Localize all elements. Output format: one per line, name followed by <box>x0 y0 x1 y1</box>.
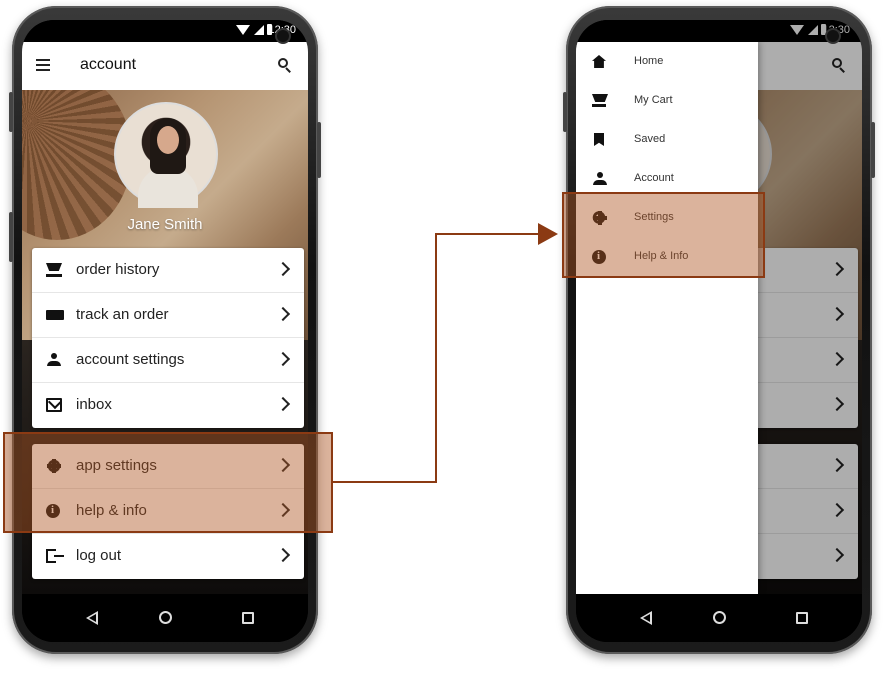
list-item-log-out[interactable]: log out <box>32 534 304 579</box>
person-icon <box>592 172 607 185</box>
recents-icon[interactable] <box>242 612 254 624</box>
chevron-right-icon <box>275 396 291 412</box>
drawer-item-label: Saved <box>634 133 666 145</box>
camera <box>275 28 291 44</box>
side-button <box>9 212 13 262</box>
person-icon <box>46 353 62 367</box>
status-bar: 12:30 <box>22 20 308 42</box>
page-title: account <box>80 56 137 73</box>
camera <box>825 28 841 44</box>
search-icon[interactable] <box>278 58 292 73</box>
list-item-label: track an order <box>76 306 169 323</box>
highlight-box-left <box>3 432 333 533</box>
account-menu-card: order history track an order account set… <box>32 248 304 428</box>
chevron-right-icon <box>275 547 291 563</box>
phone-right: 12:30 <box>563 6 875 654</box>
power-button <box>871 122 875 178</box>
signal-icon <box>254 25 264 35</box>
list-item-track-order[interactable]: track an order <box>32 293 304 338</box>
drawer-item-my-cart[interactable]: My Cart <box>576 81 758 120</box>
wifi-icon <box>236 25 250 35</box>
avatar[interactable] <box>114 102 218 208</box>
nav-drawer: Home My Cart Saved Account Settings i He… <box>576 42 758 594</box>
home-nav-icon[interactable] <box>159 611 172 624</box>
profile-name: Jane Smith <box>127 216 203 233</box>
chevron-right-icon <box>275 261 291 277</box>
list-item-label: inbox <box>76 396 112 413</box>
recents-icon[interactable] <box>796 612 808 624</box>
truck-icon <box>46 310 64 320</box>
system-nav-bar <box>22 594 308 642</box>
screen-left: 12:30 account Jane Smith order history <box>22 20 308 642</box>
connector-line <box>333 481 437 483</box>
volume-button <box>9 92 13 132</box>
list-item-inbox[interactable]: inbox <box>32 383 304 428</box>
cart-icon <box>46 263 62 277</box>
system-nav-bar <box>576 594 862 642</box>
list-item-label: order history <box>76 261 160 278</box>
connector-line <box>435 233 539 235</box>
drawer-item-label: Home <box>634 55 664 67</box>
highlight-box-right <box>562 192 765 278</box>
home-icon <box>592 55 606 68</box>
back-icon[interactable] <box>640 611 652 625</box>
home-nav-icon[interactable] <box>713 611 726 624</box>
screen-right: 12:30 <box>576 20 862 642</box>
chevron-right-icon <box>275 306 291 322</box>
drawer-item-label: My Cart <box>634 94 673 106</box>
phone-left: 12:30 account Jane Smith order history <box>9 6 321 654</box>
drawer-item-label: Account <box>634 172 674 184</box>
cart-icon <box>592 94 606 107</box>
list-item-label: account settings <box>76 351 185 368</box>
list-item-order-history[interactable]: order history <box>32 248 304 293</box>
app-bar: account <box>22 42 308 90</box>
logout-icon <box>46 549 64 563</box>
power-button <box>317 122 321 178</box>
mail-icon <box>46 398 62 412</box>
connector-line <box>435 233 437 483</box>
hamburger-menu-icon[interactable] <box>36 59 50 71</box>
chevron-right-icon <box>275 351 291 367</box>
drawer-item-home[interactable]: Home <box>576 42 758 81</box>
list-item-label: log out <box>76 547 122 564</box>
drawer-item-saved[interactable]: Saved <box>576 120 758 159</box>
list-item-account-settings[interactable]: account settings <box>32 338 304 383</box>
volume-button <box>563 92 567 132</box>
back-icon[interactable] <box>86 611 98 625</box>
canvas: 12:30 account Jane Smith order history <box>0 0 884 674</box>
bookmark-icon <box>594 133 604 146</box>
arrowhead <box>538 223 558 245</box>
